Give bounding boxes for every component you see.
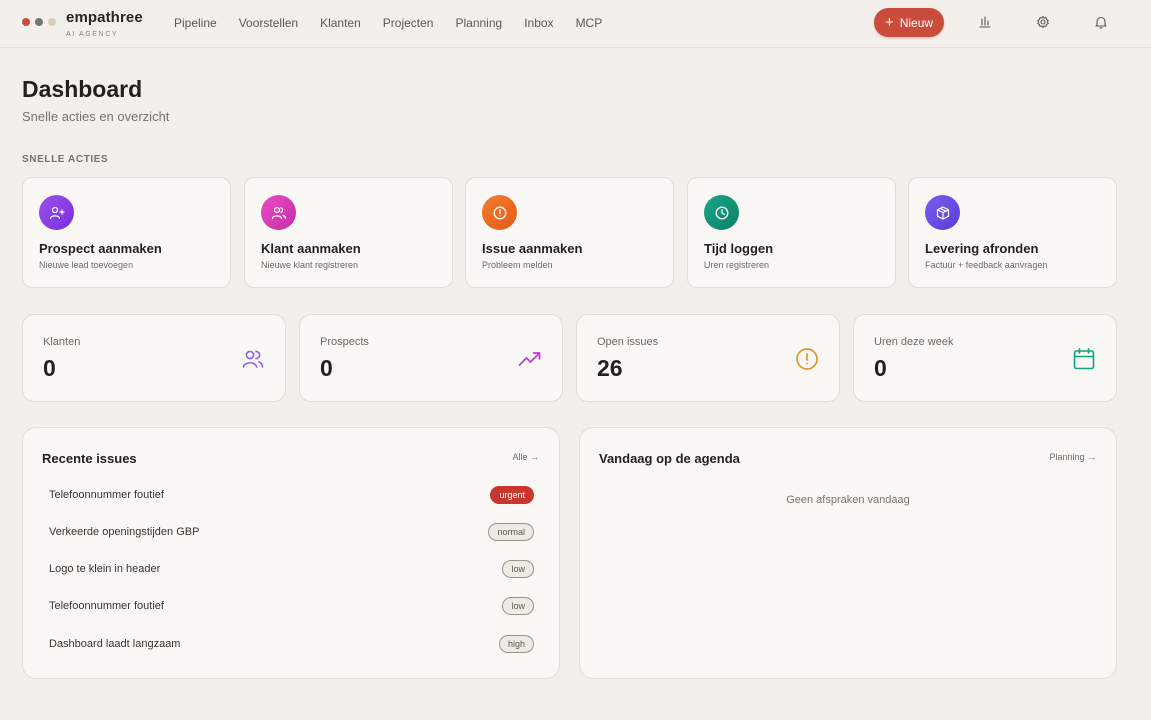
quick-action-title: Tijd loggen xyxy=(704,241,774,256)
issue-row[interactable]: Telefoonnummer foutief low xyxy=(49,597,534,617)
stat-value: 26 xyxy=(597,355,623,381)
plus-icon: + xyxy=(884,13,894,31)
issue-row[interactable]: Logo te klein in header low xyxy=(49,560,534,580)
quick-action-title: Prospect aanmaken xyxy=(39,241,162,256)
stat-label: Prospects xyxy=(320,336,369,348)
stat-value: 0 xyxy=(320,355,333,381)
stat-label: Klanten xyxy=(43,336,81,348)
priority-badge: urgent xyxy=(490,486,534,504)
nav-projecten[interactable]: Projecten xyxy=(383,16,434,30)
quick-action-desc: Nieuwe klant registreren xyxy=(261,260,359,270)
planning-link[interactable]: Planning → xyxy=(1049,452,1096,462)
alert-circle-icon xyxy=(482,195,517,230)
user-plus-icon xyxy=(39,195,74,230)
quick-action-desc: Uren registreren xyxy=(704,260,770,270)
stat-value: 0 xyxy=(874,355,887,381)
quick-action-desc: Nieuwe lead toevoegen xyxy=(39,260,134,270)
nav-mcp[interactable]: MCP xyxy=(576,16,603,30)
alert-circle-icon xyxy=(796,348,818,370)
priority-badge: low xyxy=(502,560,534,578)
quick-action-desc: Probleem melden xyxy=(482,260,553,270)
stat-value: 0 xyxy=(43,355,56,381)
priority-badge: normal xyxy=(488,523,534,541)
quick-action-client[interactable]: Klant aanmaken Nieuwe klant registreren xyxy=(244,177,453,288)
panel-title: Vandaag op de agenda xyxy=(599,451,740,466)
main-nav: Pipeline Voorstellen Klanten Projecten P… xyxy=(174,16,624,30)
users-icon xyxy=(242,350,264,368)
calendar-icon xyxy=(1073,347,1095,370)
issue-row[interactable]: Telefoonnummer foutief urgent xyxy=(49,486,534,506)
users-icon xyxy=(261,195,296,230)
nav-klanten[interactable]: Klanten xyxy=(320,16,361,30)
issue-title: Dashboard laadt langzaam xyxy=(49,638,181,650)
logo-tagline: AI AGENCY xyxy=(66,31,119,38)
nav-inbox[interactable]: Inbox xyxy=(524,16,553,30)
window-dots xyxy=(22,18,56,26)
logo-name[interactable]: empathree xyxy=(66,9,143,26)
nav-planning[interactable]: Planning xyxy=(455,16,502,30)
stat-label: Uren deze week xyxy=(874,336,954,348)
nav-pipeline[interactable]: Pipeline xyxy=(174,16,217,30)
page-subtitle: Snelle acties en overzicht xyxy=(22,109,170,124)
top-bar: empathree AI AGENCY Pipeline Voorstellen… xyxy=(0,0,1151,48)
quick-actions-label: SNELLE ACTIES xyxy=(22,154,109,165)
package-icon xyxy=(925,195,960,230)
quick-action-delivery[interactable]: Levering afronden Factuur + feedback aan… xyxy=(908,177,1117,288)
brand-dot-beige xyxy=(48,18,56,26)
stat-card-prospects[interactable]: Prospects 0 xyxy=(299,314,563,402)
priority-badge: high xyxy=(498,635,534,653)
quick-action-title: Klant aanmaken xyxy=(261,241,361,256)
issue-title: Telefoonnummer foutief xyxy=(49,600,164,612)
nav-voorstellen[interactable]: Voorstellen xyxy=(239,16,298,30)
all-issues-link[interactable]: Alle → xyxy=(512,452,539,462)
agenda-empty-message: Geen afspraken vandaag xyxy=(786,494,910,506)
quick-action-issue[interactable]: Issue aanmaken Probleem melden xyxy=(465,177,674,288)
quick-action-title: Issue aanmaken xyxy=(482,241,583,256)
issue-title: Telefoonnummer foutief xyxy=(49,489,164,501)
quick-action-title: Levering afronden xyxy=(925,241,1039,256)
quick-action-desc: Factuur + feedback aanvragen xyxy=(925,260,1048,270)
quick-action-time[interactable]: Tijd loggen Uren registreren xyxy=(687,177,896,288)
issue-title: Logo te klein in header xyxy=(49,563,161,575)
issue-title: Verkeerde openingstijden GBP xyxy=(49,526,200,538)
new-button-label: Nieuw xyxy=(899,15,934,30)
quick-action-prospect[interactable]: Prospect aanmaken Nieuwe lead toevoegen xyxy=(22,177,231,288)
clock-icon xyxy=(704,195,739,230)
issue-row[interactable]: Verkeerde openingstijden GBP normal xyxy=(49,523,534,543)
agenda-panel: Vandaag op de agenda Planning → Geen afs… xyxy=(579,427,1117,679)
new-button[interactable]: + Nieuw xyxy=(874,8,944,37)
gear-icon[interactable] xyxy=(1036,15,1050,29)
issue-row[interactable]: Dashboard laadt langzaam high xyxy=(49,635,534,655)
stat-card-clients[interactable]: Klanten 0 xyxy=(22,314,286,402)
trending-up-icon xyxy=(518,352,541,366)
priority-badge: low xyxy=(502,597,534,615)
stat-card-hours[interactable]: Uren deze week 0 xyxy=(853,314,1117,402)
bell-icon[interactable] xyxy=(1094,15,1108,29)
brand-dot-red xyxy=(22,18,30,26)
panel-title: Recente issues xyxy=(42,451,137,466)
brand-dot-green xyxy=(35,18,43,26)
page-title: Dashboard xyxy=(22,76,143,102)
stat-card-open-issues[interactable]: Open issues 26 xyxy=(576,314,840,402)
recent-issues-panel: Recente issues Alle → Telefoonnummer fou… xyxy=(22,427,560,679)
bar-chart-icon[interactable] xyxy=(978,15,992,29)
stat-label: Open issues xyxy=(597,336,659,348)
